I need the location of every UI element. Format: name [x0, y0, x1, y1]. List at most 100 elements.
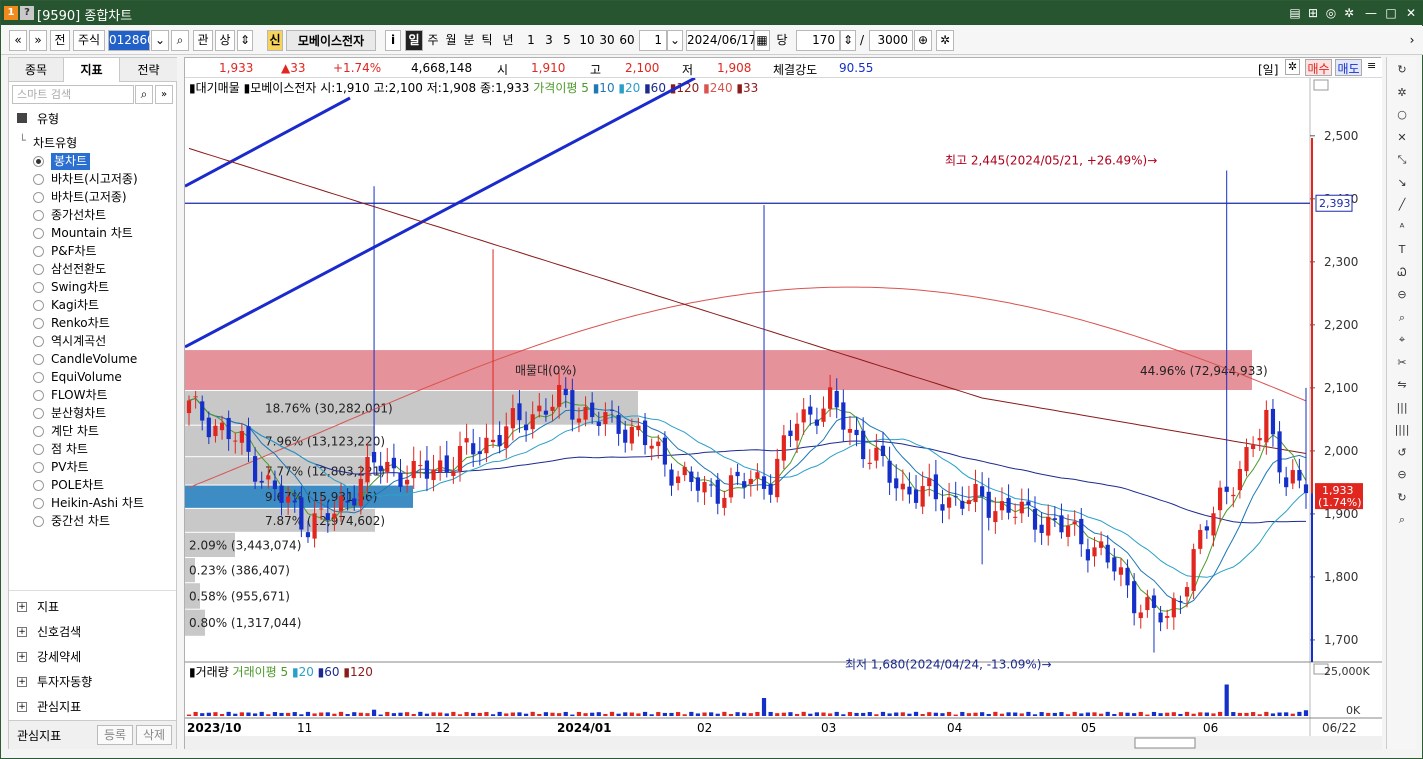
cut-icon[interactable]: ✂ [1393, 354, 1411, 372]
period-year-button[interactable]: 년 [499, 30, 517, 51]
bars-input[interactable]: 170 [796, 30, 840, 51]
gear-icon[interactable]: ✲ [936, 30, 954, 51]
code-input[interactable]: 012860 [108, 30, 155, 51]
grid-icon[interactable]: |||| [1393, 421, 1411, 439]
buy-button[interactable]: 매수 [1305, 59, 1332, 76]
auto-icon[interactable]: ᴬ [1393, 219, 1411, 237]
period-minute-button[interactable]: 분 [461, 30, 477, 51]
zoom-in-icon[interactable]: ⊕ [914, 30, 932, 51]
camera-icon[interactable]: ◎ [1323, 5, 1339, 21]
rotate-icon[interactable]: ↺ [1393, 444, 1411, 462]
interval-10-button[interactable]: 10 [577, 30, 597, 51]
interval-30-button[interactable]: 30 [597, 30, 617, 51]
swap-icon[interactable]: ⇋ [1393, 376, 1411, 394]
reload-icon[interactable]: ↻ [1393, 489, 1411, 507]
minus-icon[interactable]: ⊖ [1393, 466, 1411, 484]
window-list-icon[interactable]: ▤ [1287, 5, 1303, 21]
quote-gear-icon[interactable]: ✲ [1285, 59, 1300, 75]
expand-icon[interactable]: + [17, 602, 27, 612]
scroll-right-icon[interactable]: › [1405, 30, 1419, 51]
period-month-button[interactable]: 월 [443, 30, 459, 51]
radio-icon[interactable] [33, 300, 44, 311]
period-week-button[interactable]: 주 [425, 30, 441, 51]
smart-search-input[interactable]: 스마트 검색 [12, 85, 134, 104]
total-input[interactable]: 3000 [869, 30, 913, 51]
arrow-icon[interactable]: ↘ [1393, 174, 1411, 192]
find-icon[interactable]: ⌕ [1393, 511, 1411, 529]
trend-icon[interactable]: ⤡ [1393, 151, 1411, 169]
crosshair-icon[interactable]: ⌖ [1393, 331, 1411, 349]
bars-icon[interactable]: ||| [1393, 399, 1411, 417]
tab-strategy[interactable]: 전략 [120, 58, 177, 82]
code-dropdown-icon[interactable]: ⌄ [151, 30, 169, 51]
quote-menu-icon[interactable]: ≡ [1367, 59, 1376, 72]
radio-icon[interactable] [33, 174, 44, 185]
chart-area[interactable]: 1,933 ▲33 +1.74% 4,668,148 시 1,910 고 2,1… [184, 57, 1382, 750]
text-icon[interactable]: T [1393, 241, 1411, 259]
search-icon[interactable]: ⌕ [171, 30, 189, 51]
pattern-icon[interactable]: Ꮗ [1393, 264, 1411, 282]
radio-icon[interactable] [33, 156, 44, 167]
maximize-icon[interactable]: □ [1383, 5, 1399, 21]
bars-spin-icon[interactable]: ⇕ [840, 30, 856, 51]
interval-5-button[interactable]: 5 [559, 30, 575, 51]
interval-3-button[interactable]: 3 [541, 30, 557, 51]
refresh-icon[interactable]: ↻ [1393, 61, 1411, 79]
expand-icon[interactable]: + [17, 702, 27, 712]
tab-indicator[interactable]: 지표 [64, 58, 120, 82]
radio-icon[interactable] [33, 426, 44, 437]
delete-button[interactable]: 삭제 [136, 725, 172, 745]
magnifier-icon[interactable]: ⌕ [1393, 309, 1411, 327]
radio-icon[interactable] [33, 264, 44, 275]
calendar-icon[interactable]: ▦ [754, 30, 770, 51]
zoom-out-icon[interactable]: ⊖ [1393, 286, 1411, 304]
line-icon[interactable]: ╱ [1393, 196, 1411, 214]
interval-1-button[interactable]: 1 [523, 30, 539, 51]
close-icon[interactable]: ✕ [1403, 5, 1419, 21]
radio-icon[interactable] [33, 372, 44, 383]
radio-icon[interactable] [33, 462, 44, 473]
pin-icon[interactable]: ⊞ [1305, 5, 1321, 21]
count-dropdown-icon[interactable]: ⌄ [667, 30, 683, 51]
tab-stock[interactable]: 종목 [9, 58, 64, 82]
category-button[interactable]: 주식 [73, 30, 105, 51]
register-button[interactable]: 등록 [97, 725, 133, 745]
settings-icon[interactable]: ✲ [1393, 84, 1411, 102]
radio-icon[interactable] [33, 228, 44, 239]
price-chart[interactable]: 2,5002,4002,3002,2002,1002,0001,9001,800… [185, 78, 1382, 750]
sang-button[interactable]: 상 [215, 30, 235, 51]
count-select[interactable]: 1 [639, 30, 667, 51]
radio-icon[interactable] [33, 318, 44, 329]
radio-icon[interactable] [33, 444, 44, 455]
period-tick-button[interactable]: 틱 [479, 30, 495, 51]
section-type[interactable]: 유형 [37, 110, 59, 127]
radio-icon[interactable] [33, 390, 44, 401]
radio-icon[interactable] [33, 246, 44, 257]
info-button[interactable]: i [385, 30, 401, 51]
radio-icon[interactable] [33, 192, 44, 203]
radio-icon[interactable] [33, 516, 44, 527]
expand-icon[interactable]: + [17, 652, 27, 662]
radio-icon[interactable] [33, 336, 44, 347]
gwan-button[interactable]: 관 [193, 30, 213, 51]
minimize-icon[interactable]: — [1363, 5, 1379, 21]
collapse-icon[interactable]: » [155, 85, 173, 104]
search-icon[interactable]: ⌕ [135, 85, 153, 104]
spin-icon[interactable]: ⇕ [237, 30, 253, 51]
expand-icon[interactable]: + [17, 677, 27, 687]
expand-icon[interactable]: + [17, 627, 27, 637]
prev-stock-button[interactable]: « [9, 30, 27, 51]
radio-icon[interactable] [33, 480, 44, 491]
jeon-button[interactable]: 전 [50, 30, 70, 51]
period-day-button[interactable]: 일 [405, 30, 423, 51]
tree-chart-type[interactable]: 차트유형 [33, 134, 77, 151]
interval-60-button[interactable]: 60 [617, 30, 637, 51]
radio-icon[interactable] [33, 408, 44, 419]
radio-icon[interactable] [33, 354, 44, 365]
radio-icon[interactable] [33, 210, 44, 221]
radio-icon[interactable] [33, 498, 44, 509]
help-icon[interactable]: ? [20, 6, 34, 20]
sell-button[interactable]: 매도 [1335, 59, 1362, 76]
date-input[interactable]: 2024/06/17 [686, 30, 756, 51]
next-stock-button[interactable]: » [29, 30, 47, 51]
